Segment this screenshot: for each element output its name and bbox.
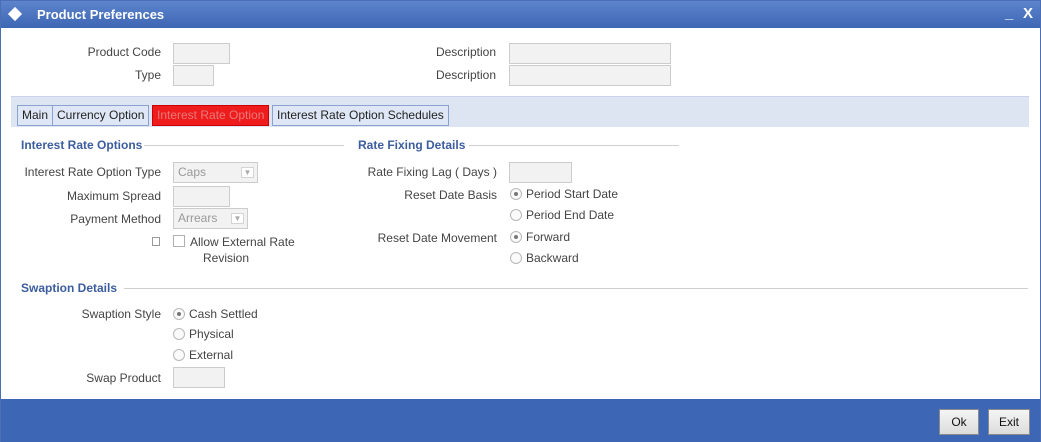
payment-method-value: Arrears	[178, 211, 218, 225]
tab-currency-option[interactable]: Currency Option	[52, 105, 150, 126]
period-end-date-label: Period End Date	[526, 208, 615, 222]
option-type-label: Interest Rate Option Type	[24, 165, 161, 179]
diamond-icon	[7, 6, 23, 22]
swaption-details-heading: Swaption Details	[21, 281, 118, 295]
description-label-2: Description	[435, 68, 496, 82]
forward-radio[interactable]	[510, 231, 522, 243]
rate-fixing-heading: Rate Fixing Details	[358, 138, 466, 152]
max-spread-label: Maximum Spread	[66, 189, 161, 203]
ok-button[interactable]: Ok	[939, 409, 979, 435]
small-checkbox-icon	[152, 237, 160, 246]
type-field[interactable]	[173, 65, 214, 86]
backward-radio[interactable]	[510, 252, 522, 264]
minimize-button[interactable]: _	[1005, 5, 1013, 22]
footer-bar: Ok Exit	[1, 399, 1040, 442]
allow-external-rate-checkbox[interactable]	[173, 235, 185, 247]
physical-label: Physical	[189, 327, 234, 341]
option-type-select[interactable]: Caps ▼	[173, 162, 258, 183]
forward-label: Forward	[526, 230, 571, 244]
tab-interest-rate-option[interactable]: Interest Rate Option	[152, 105, 270, 126]
allow-external-rate-label-line1: Allow External Rate	[190, 235, 295, 249]
period-end-date-radio[interactable]	[510, 209, 522, 221]
max-spread-field[interactable]	[173, 186, 230, 207]
backward-label: Backward	[526, 251, 579, 265]
product-code-field[interactable]	[173, 43, 230, 64]
product-code-label: Product Code	[87, 45, 161, 59]
period-start-date-label: Period Start Date	[526, 187, 619, 201]
description-label-1: Description	[435, 45, 496, 59]
cash-settled-label: Cash Settled	[189, 307, 258, 321]
section-divider	[124, 288, 1028, 289]
swaption-style-label: Swaption Style	[81, 307, 161, 321]
physical-radio[interactable]	[173, 328, 185, 340]
tab-interest-rate-option-schedules[interactable]: Interest Rate Option Schedules	[272, 105, 449, 126]
reset-date-movement-label: Reset Date Movement	[377, 231, 497, 245]
payment-method-select[interactable]: Arrears ▼	[173, 208, 248, 229]
chevron-down-icon: ▼	[241, 167, 254, 178]
rate-fixing-lag-field[interactable]	[509, 162, 572, 183]
description-field-2[interactable]	[509, 65, 671, 86]
title-bar: Product Preferences _ X	[1, 1, 1040, 28]
type-label: Type	[134, 68, 161, 82]
chevron-down-icon: ▼	[231, 213, 244, 224]
swap-product-label: Swap Product	[86, 371, 161, 385]
section-divider	[144, 145, 344, 146]
rate-fixing-lag-label: Rate Fixing Lag ( Days )	[367, 165, 497, 179]
option-type-value: Caps	[178, 165, 207, 179]
description-field-1[interactable]	[509, 43, 671, 64]
period-start-date-radio[interactable]	[510, 188, 522, 200]
external-label: External	[189, 348, 234, 362]
tab-main[interactable]: Main	[17, 105, 54, 126]
interest-rate-options-heading: Interest Rate Options	[21, 138, 143, 152]
swap-product-field[interactable]	[173, 367, 225, 388]
external-radio[interactable]	[173, 349, 185, 361]
allow-external-rate-label-line2: Revision	[203, 251, 250, 265]
tab-strip: Main Currency Option Interest Rate Optio…	[11, 96, 1029, 127]
product-preferences-window: Product Preferences _ X Product Code Typ…	[0, 0, 1041, 442]
exit-button[interactable]: Exit	[988, 409, 1030, 435]
cash-settled-radio[interactable]	[173, 308, 185, 320]
payment-method-label: Payment Method	[70, 212, 161, 226]
window-title: Product Preferences	[37, 7, 165, 22]
section-divider	[469, 145, 679, 146]
reset-date-basis-label: Reset Date Basis	[404, 188, 497, 202]
close-button[interactable]: X	[1023, 5, 1033, 22]
